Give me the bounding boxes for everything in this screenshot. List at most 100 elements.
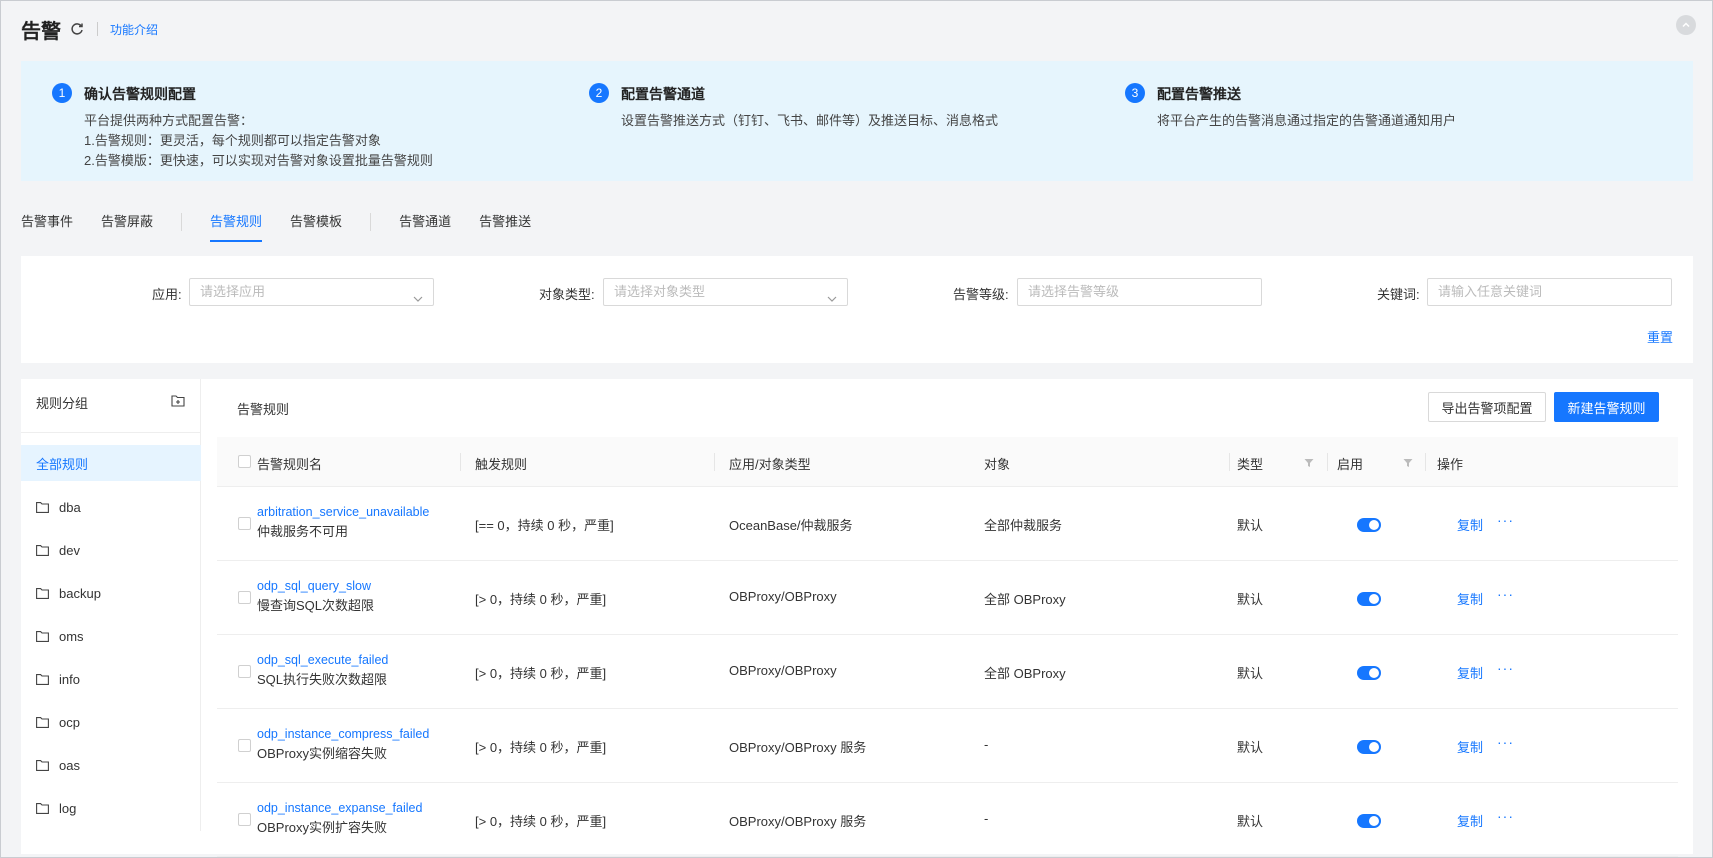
sidebar-item-oms[interactable]: oms [21,618,201,654]
rule-name-link[interactable]: odp_instance_expanse_failed [257,799,422,818]
header-divider [97,22,98,36]
tab-alert-rules[interactable]: 告警规则 [210,201,263,243]
column-divider [1425,453,1426,471]
row-checkbox[interactable] [238,813,251,826]
column-divider [714,453,715,471]
rule-name-cell: odp_instance_expanse_failed OBProxy实例扩容失… [257,799,422,837]
object-cell: 全部 OBProxy [984,592,1066,607]
sidebar-item-label: oms [59,628,84,644]
step-line: 1.告警规则：更灵活，每个规则都可以指定告警对象 [84,133,381,148]
enabled-toggle[interactable] [1357,592,1381,606]
row-checkbox[interactable] [238,665,251,678]
type-filter-icon[interactable] [1304,456,1314,471]
enabled-toggle[interactable] [1357,666,1381,680]
filter-panel: 应用: 请选择应用 对象类型: 请选择对象类型 告警等级: 请选择告警等级 关键… [21,256,1693,363]
sidebar-item-all-rules[interactable]: 全部规则 [21,445,201,481]
more-actions-icon[interactable]: ··· [1497,512,1514,528]
sidebar-item-backup[interactable]: backup [21,575,201,611]
reset-button[interactable]: 重置 [1647,327,1673,346]
col-type: 类型 [1237,457,1264,472]
col-object: 对象 [984,457,1011,472]
step-number: 3 [1125,83,1145,103]
more-actions-icon[interactable]: ··· [1497,808,1514,824]
enabled-toggle[interactable] [1357,814,1381,828]
step-number: 1 [52,83,72,103]
rules-section-title: 告警规则 [237,402,290,417]
more-actions-icon[interactable]: ··· [1497,586,1514,602]
object-cell: - [984,737,989,752]
export-config-button[interactable]: 导出告警项配置 [1428,392,1546,422]
col-trigger: 触发规则 [475,457,528,472]
rule-name-cell: arbitration_service_unavailable 仲裁服务不可用 [257,503,429,541]
table-row: odp_sql_execute_failed SQL执行失败次数超限 [> 0，… [217,635,1678,709]
object-type-filter-label: 对象类型: [539,287,595,302]
tab-alert-push[interactable]: 告警推送 [479,201,531,243]
type-cell: 默认 [1237,740,1264,755]
folder-icon [36,802,49,814]
sidebar-item-ocp[interactable]: ocp [21,704,201,740]
step-title: 配置告警推送 [1157,86,1241,102]
keyword-input[interactable]: 请输入任意关键词 [1427,278,1672,306]
column-divider [1229,453,1230,471]
copy-button[interactable]: 复制 [1457,811,1483,830]
table-row: odp_instance_compress_failed OBProxy实例缩容… [217,709,1678,783]
trigger-cell: [> 0，持续 0 秒，严重] [475,740,607,755]
object-type-select[interactable]: 请选择对象类型 [603,278,848,306]
col-enabled: 启用 [1337,457,1364,472]
rule-name-link[interactable]: odp_sql_query_slow [257,577,374,596]
folder-icon [36,630,49,642]
copy-button[interactable]: 复制 [1457,663,1483,682]
enabled-toggle[interactable] [1357,518,1381,532]
enabled-toggle[interactable] [1357,740,1381,754]
tab-alert-templates[interactable]: 告警模板 [290,201,342,243]
more-actions-icon[interactable]: ··· [1497,660,1514,676]
rule-description: 慢查询SQL次数超限 [257,598,375,613]
row-checkbox[interactable] [238,739,251,752]
collapse-up-icon[interactable] [1676,15,1696,35]
step-number: 2 [589,83,609,103]
row-checkbox[interactable] [238,517,251,530]
sidebar-item-info[interactable]: info [21,661,201,697]
select-all-checkbox[interactable] [238,455,251,468]
sidebar-item-dba[interactable]: dba [21,489,201,525]
trigger-cell: [> 0，持续 0 秒，严重] [475,814,607,829]
tab-alert-events[interactable]: 告警事件 [21,201,73,243]
keyword-filter-label: 关键词: [1377,287,1420,302]
tab-alert-shield[interactable]: 告警屏蔽 [101,201,153,243]
feature-intro-link[interactable]: 功能介绍 [110,21,158,38]
copy-button[interactable]: 复制 [1457,737,1483,756]
copy-button[interactable]: 复制 [1457,515,1483,534]
rule-name-link[interactable]: odp_sql_execute_failed [257,651,388,670]
rules-panel: 规则分组 全部规则 dba dev backup oms info ocp oa… [21,379,1693,857]
object-cell: 全部 OBProxy [984,666,1066,681]
sidebar-item-label: info [59,671,80,687]
level-select[interactable]: 请选择告警等级 [1017,278,1262,306]
new-rule-button[interactable]: 新建告警规则 [1554,392,1659,422]
sidebar-divider [21,432,201,433]
object-cell: - [984,811,989,826]
app-select[interactable]: 请选择应用 [189,278,434,306]
tab-alert-channels[interactable]: 告警通道 [399,201,451,243]
col-actions: 操作 [1437,457,1464,472]
add-folder-icon[interactable] [171,394,185,410]
sidebar-item-label: oas [59,757,80,773]
rule-description: SQL执行失败次数超限 [257,672,388,687]
refresh-icon[interactable] [69,21,85,37]
rule-name-link[interactable]: odp_instance_compress_failed [257,725,429,744]
copy-button[interactable]: 复制 [1457,589,1483,608]
type-cell: 默认 [1237,518,1264,533]
tab-divider [370,213,372,231]
rule-name-link[interactable]: arbitration_service_unavailable [257,503,429,522]
step-line: 2.告警模版：更快速，可以实现对告警对象设置批量告警规则 [84,153,433,168]
app-cell: OBProxy/OBProxy 服务 [729,814,867,829]
row-checkbox[interactable] [238,591,251,604]
more-actions-icon[interactable]: ··· [1497,734,1514,750]
sidebar-item-oas[interactable]: oas [21,747,201,783]
app-cell: OBProxy/OBProxy 服务 [729,740,867,755]
sidebar-item-label: dev [59,542,80,558]
sidebar-item-log[interactable]: log [21,790,201,826]
level-select-placeholder: 请选择告警等级 [1028,284,1120,299]
step-description: 将平台产生的告警消息通过指定的告警通道通知用户 [1157,111,1456,131]
enabled-filter-icon[interactable] [1403,456,1413,471]
sidebar-item-dev[interactable]: dev [21,532,201,568]
